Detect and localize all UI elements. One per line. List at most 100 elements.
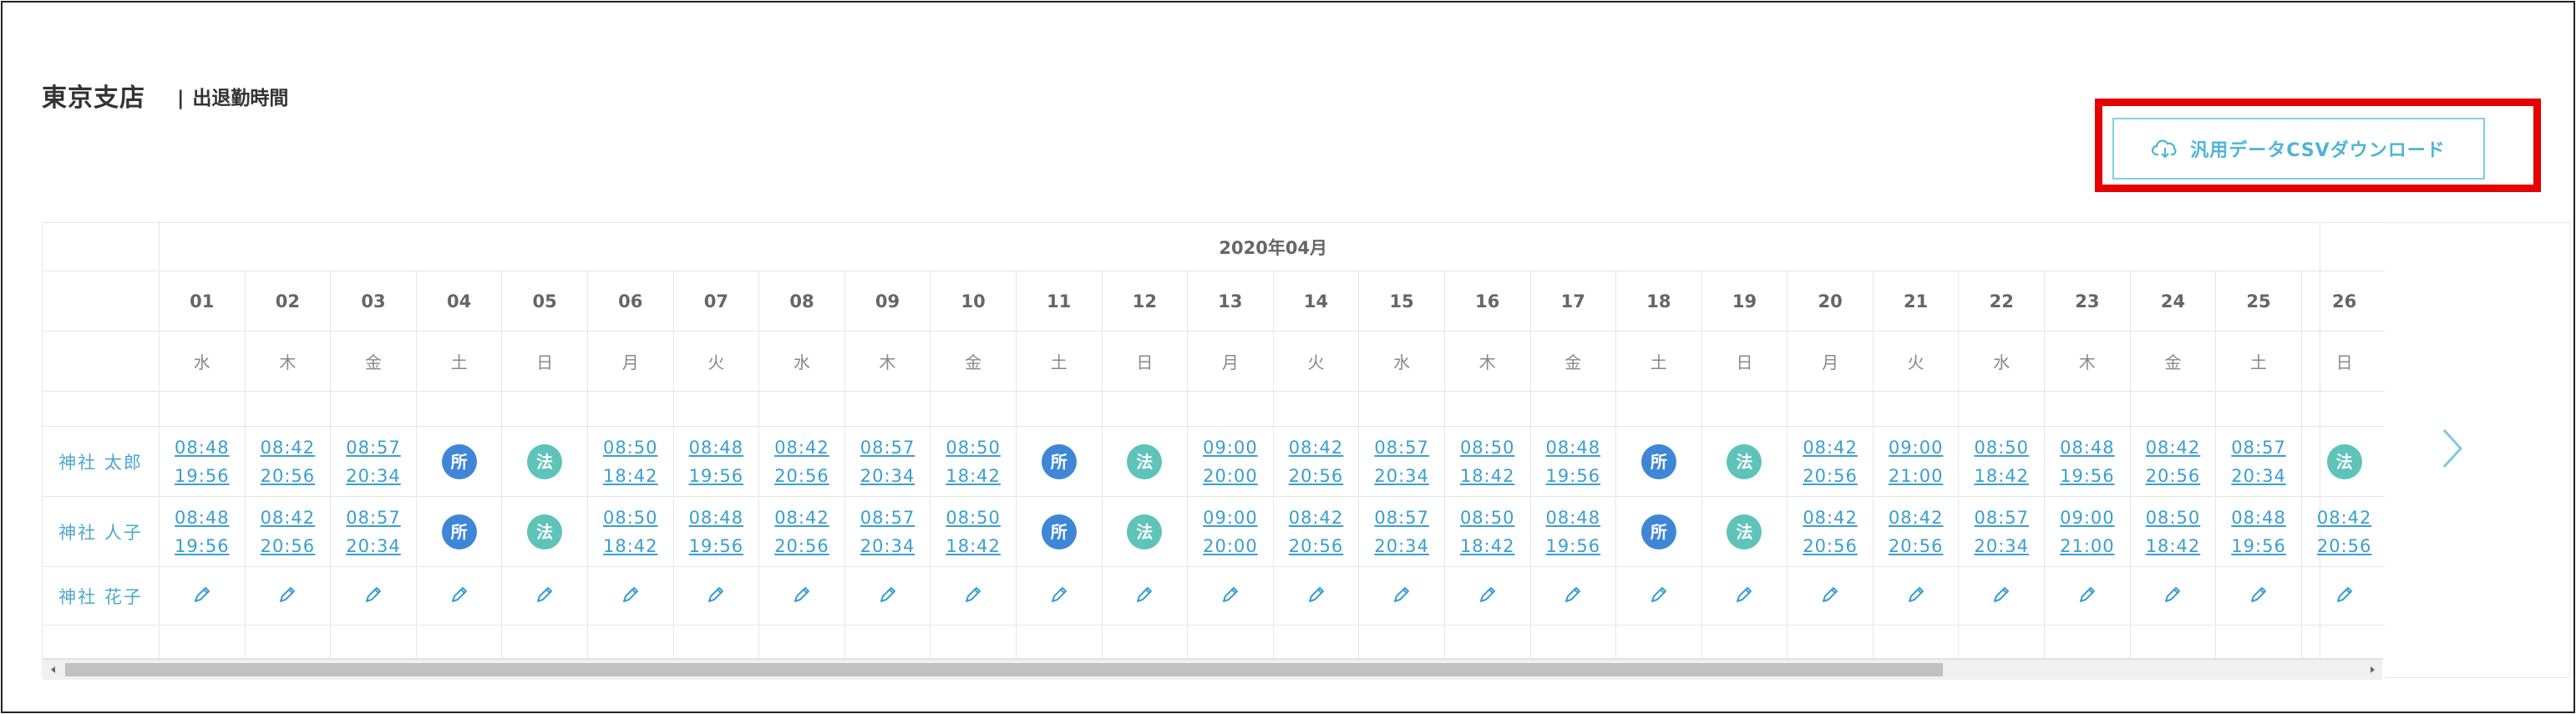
- clock-in-time[interactable]: 08:48: [2216, 504, 2301, 532]
- clock-out-time[interactable]: 20:34: [1359, 532, 1444, 560]
- clock-in-time[interactable]: 08:48: [674, 504, 759, 532]
- clock-out-time[interactable]: 20:56: [1274, 462, 1359, 490]
- clock-in-time[interactable]: 09:00: [1188, 433, 1273, 462]
- clock-out-time[interactable]: 21:00: [1874, 462, 1959, 490]
- employee-name[interactable]: 神社 人子: [42, 496, 160, 567]
- pencil-edit-icon[interactable]: [276, 584, 298, 605]
- clock-in-time[interactable]: 08:50: [931, 504, 1016, 532]
- pencil-edit-icon[interactable]: [2334, 584, 2355, 605]
- clock-out-time[interactable]: 20:34: [2216, 462, 2301, 490]
- clock-out-time[interactable]: 20:56: [1874, 532, 1959, 560]
- clock-out-time[interactable]: 20:34: [331, 462, 416, 490]
- clock-in-time[interactable]: 08:48: [2045, 433, 2130, 462]
- clock-in-time[interactable]: 09:00: [1874, 433, 1959, 462]
- pencil-edit-icon[interactable]: [962, 584, 984, 605]
- clock-in-time[interactable]: 08:57: [331, 504, 416, 532]
- clock-in-time[interactable]: 08:57: [1959, 504, 2044, 532]
- clock-out-time[interactable]: 18:42: [588, 462, 673, 490]
- pencil-edit-icon[interactable]: [1648, 584, 1670, 605]
- clock-in-time[interactable]: 08:50: [1959, 433, 2044, 462]
- badge-ho[interactable]: 法: [1727, 443, 1762, 479]
- badge-sho[interactable]: 所: [1041, 443, 1077, 479]
- clock-in-time[interactable]: 08:48: [674, 433, 759, 462]
- clock-out-time[interactable]: 18:42: [931, 462, 1016, 490]
- clock-in-time[interactable]: 08:57: [2216, 433, 2301, 462]
- clock-in-time[interactable]: 08:57: [845, 433, 931, 462]
- clock-out-time[interactable]: 19:56: [160, 462, 245, 490]
- pencil-edit-icon[interactable]: [2077, 584, 2098, 605]
- clock-out-time[interactable]: 19:56: [674, 532, 759, 560]
- clock-in-time[interactable]: 08:48: [160, 504, 245, 532]
- clock-out-time[interactable]: 20:56: [1274, 532, 1359, 560]
- clock-in-time[interactable]: 08:50: [1445, 504, 1530, 532]
- clock-out-time[interactable]: 20:56: [759, 532, 844, 560]
- badge-ho[interactable]: 法: [2326, 443, 2362, 479]
- employee-name[interactable]: 神社 太郎: [42, 426, 160, 497]
- clock-in-time[interactable]: 08:50: [588, 433, 673, 462]
- clock-in-time[interactable]: 08:42: [759, 504, 844, 532]
- clock-out-time[interactable]: 20:34: [1359, 462, 1444, 490]
- pencil-edit-icon[interactable]: [1133, 584, 1155, 605]
- pencil-edit-icon[interactable]: [1391, 584, 1412, 605]
- triangle-right-icon[interactable]: [2366, 663, 2379, 676]
- pencil-edit-icon[interactable]: [1306, 584, 1327, 605]
- clock-in-time[interactable]: 08:42: [1274, 433, 1359, 462]
- horizontal-scrollbar[interactable]: [43, 659, 2382, 680]
- pencil-edit-icon[interactable]: [2248, 584, 2269, 605]
- pencil-edit-icon[interactable]: [1905, 584, 1927, 605]
- pencil-edit-icon[interactable]: [1562, 584, 1584, 605]
- pencil-edit-icon[interactable]: [620, 584, 641, 605]
- pencil-edit-icon[interactable]: [791, 584, 813, 605]
- badge-sho[interactable]: 所: [441, 514, 477, 549]
- pencil-edit-icon[interactable]: [1048, 584, 1070, 605]
- clock-out-time[interactable]: 19:56: [1531, 462, 1616, 490]
- clock-in-time[interactable]: 08:48: [1531, 504, 1616, 532]
- clock-out-time[interactable]: 18:42: [1959, 462, 2044, 490]
- employee-name[interactable]: 神社 花子: [42, 566, 160, 625]
- clock-out-time[interactable]: 20:34: [331, 532, 416, 560]
- clock-in-time[interactable]: 08:42: [1274, 504, 1359, 532]
- clock-in-time[interactable]: 08:57: [845, 504, 931, 532]
- clock-out-time[interactable]: 20:56: [1787, 462, 1873, 490]
- clock-out-time[interactable]: 20:00: [1188, 532, 1273, 560]
- clock-in-time[interactable]: 09:00: [1188, 504, 1273, 532]
- clock-out-time[interactable]: 18:42: [1445, 462, 1530, 490]
- badge-ho[interactable]: 法: [1127, 514, 1163, 549]
- triangle-left-icon[interactable]: [47, 663, 60, 676]
- pencil-edit-icon[interactable]: [1477, 584, 1498, 605]
- clock-in-time[interactable]: 09:00: [2045, 504, 2130, 532]
- badge-sho[interactable]: 所: [1640, 443, 1676, 479]
- clock-out-time[interactable]: 20:00: [1188, 462, 1273, 490]
- pencil-edit-icon[interactable]: [534, 584, 555, 605]
- clock-out-time[interactable]: 20:34: [845, 532, 931, 560]
- clock-out-time[interactable]: 18:42: [931, 532, 1016, 560]
- clock-in-time[interactable]: 08:48: [160, 433, 245, 462]
- pencil-edit-icon[interactable]: [1733, 584, 1755, 605]
- clock-in-time[interactable]: 08:50: [2131, 504, 2216, 532]
- clock-in-time[interactable]: 08:42: [1874, 504, 1959, 532]
- clock-in-time[interactable]: 08:50: [588, 504, 673, 532]
- badge-ho[interactable]: 法: [527, 443, 563, 479]
- chevron-right-icon[interactable]: [2441, 427, 2466, 470]
- clock-out-time[interactable]: 20:34: [1959, 532, 2044, 560]
- pencil-edit-icon[interactable]: [363, 584, 384, 605]
- pencil-edit-icon[interactable]: [877, 584, 899, 605]
- pencil-edit-icon[interactable]: [2162, 584, 2183, 605]
- badge-ho[interactable]: 法: [1727, 514, 1762, 549]
- pencil-edit-icon[interactable]: [1819, 584, 1841, 605]
- pencil-edit-icon[interactable]: [1990, 584, 2012, 605]
- clock-out-time[interactable]: 20:56: [246, 532, 331, 560]
- clock-in-time[interactable]: 08:42: [759, 433, 844, 462]
- clock-in-time[interactable]: 08:42: [2302, 504, 2387, 532]
- clock-out-time[interactable]: 20:56: [1787, 532, 1873, 560]
- clock-out-time[interactable]: 19:56: [2045, 462, 2130, 490]
- clock-in-time[interactable]: 08:57: [331, 433, 416, 462]
- clock-out-time[interactable]: 20:56: [2302, 532, 2387, 560]
- clock-in-time[interactable]: 08:57: [1359, 433, 1444, 462]
- clock-out-time[interactable]: 19:56: [2216, 532, 2301, 560]
- scrollbar-thumb[interactable]: [65, 663, 1943, 676]
- clock-out-time[interactable]: 18:42: [2131, 532, 2216, 560]
- badge-ho[interactable]: 法: [1127, 443, 1163, 479]
- clock-out-time[interactable]: 19:56: [674, 462, 759, 490]
- clock-in-time[interactable]: 08:48: [1531, 433, 1616, 462]
